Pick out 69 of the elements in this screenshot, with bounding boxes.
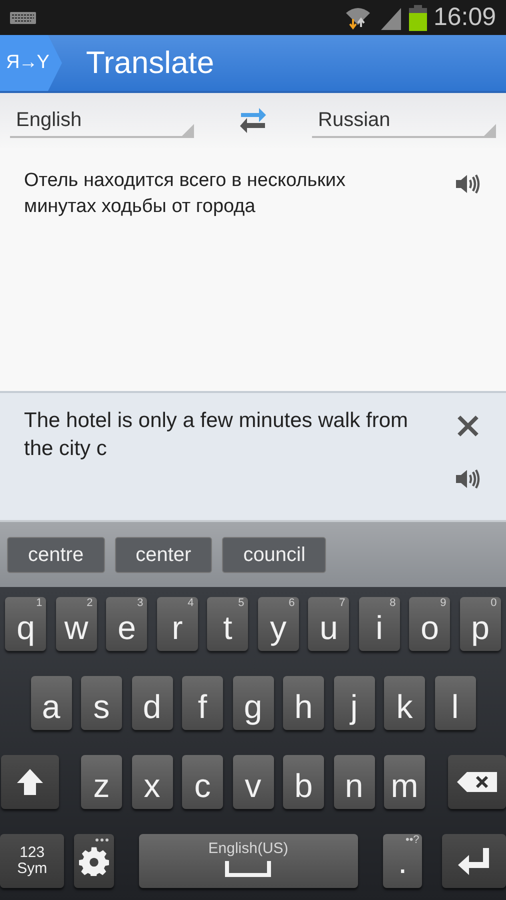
key-hint: 0 [490,598,497,609]
enter-key[interactable] [442,834,506,888]
suggestion-chip[interactable]: center [114,536,212,572]
settings-icon [79,846,109,876]
period-key[interactable]: . ••? [382,834,422,888]
shift-key[interactable] [0,755,58,809]
space-bar-icon [225,860,272,876]
key[interactable]: a [30,676,72,730]
backspace-key[interactable] [448,755,506,809]
key[interactable]: m [384,755,425,809]
key[interactable]: y 6 [258,597,299,651]
key[interactable]: i 8 [358,597,400,651]
ellipsis-icon [94,838,109,842]
app-title: Translate [86,44,214,82]
input-field[interactable]: The hotel is only a few minutes walk from the city c [24,407,434,507]
key[interactable]: h [283,676,324,730]
key[interactable]: j [334,676,374,730]
suggestion-chip[interactable]: centre [7,536,105,572]
key[interactable]: b [283,755,324,809]
key-hint: 3 [137,598,144,609]
speaker-icon[interactable] [454,467,482,491]
backspace-icon [456,772,496,792]
key[interactable]: f [182,676,223,730]
key[interactable]: e 3 [106,597,148,651]
symbols-key[interactable]: 123 Sym [0,834,64,888]
key[interactable]: t 5 [207,597,248,651]
key[interactable]: l [434,676,476,730]
signal-icon [379,6,404,30]
key-hint: 6 [288,598,295,609]
key[interactable]: g [232,676,274,730]
key[interactable]: x [132,755,172,809]
dropdown-corner-icon [182,124,194,136]
swap-arrows-icon[interactable] [239,106,267,134]
input-panel[interactable]: The hotel is only a few minutes walk from the city c [0,393,506,520]
dropdown-corner-icon [484,124,496,136]
settings-key[interactable] [74,834,114,888]
space-key[interactable]: English(US) [138,834,358,888]
key[interactable]: q 1 [5,597,46,651]
key-hint: ••? [405,835,420,846]
key[interactable]: d [132,676,172,730]
clock: 16:09 [433,2,496,33]
key[interactable]: r 4 [156,597,198,651]
battery-icon [409,4,428,30]
source-language-dropdown[interactable]: English [10,104,194,138]
key[interactable]: k [384,676,425,730]
key-hint: 5 [238,598,244,609]
key[interactable]: s [81,676,122,730]
key[interactable]: w 2 [56,597,97,651]
suggestion-chip[interactable]: council [222,536,326,572]
target-language-dropdown[interactable]: Russian [312,104,496,138]
key-hint: 9 [440,598,446,609]
translation-text: Отель находится всего в нескольких минутах ходьбы от города [24,169,347,219]
key[interactable]: o 9 [409,597,450,651]
key[interactable]: n [334,755,374,809]
key-hint: 8 [390,598,396,609]
key[interactable]: u 7 [308,597,350,651]
speaker-icon[interactable] [454,172,482,196]
key-hint: 7 [339,598,346,609]
shift-arrow-icon [16,767,44,797]
key[interactable]: z [81,755,122,809]
clear-icon[interactable] [457,415,479,437]
enter-icon [457,846,492,876]
key-hint: 4 [188,598,194,609]
key[interactable]: v [232,755,274,809]
key[interactable]: c [182,755,223,809]
keyboard-icon [10,12,36,24]
key[interactable]: p 0 [460,597,501,651]
key-hint: 2 [86,598,93,609]
key-hint: 1 [36,598,42,609]
